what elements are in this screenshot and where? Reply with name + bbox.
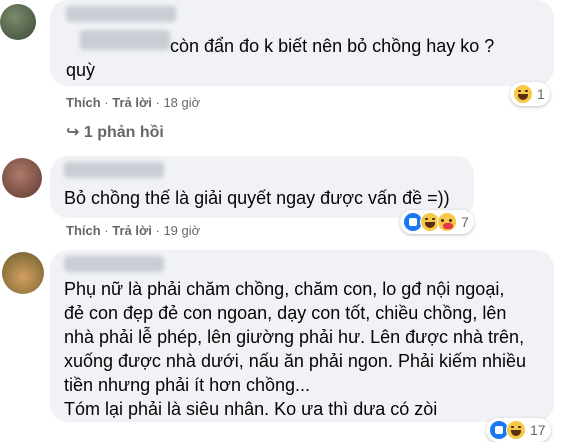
blurred-name xyxy=(66,6,176,22)
comment-actions: Thích · Trả lời · 18 giờ xyxy=(66,95,201,110)
replies-count-label: 1 phản hồi xyxy=(83,124,164,141)
reply-arrow-icon: ↪ xyxy=(66,124,80,141)
blurred-name xyxy=(80,30,170,50)
comment-text: còn đẩn đo k biết nên bỏ chồng hay ko ? xyxy=(170,36,495,56)
avatar[interactable] xyxy=(2,252,44,294)
reply-link[interactable]: Trả lời xyxy=(112,95,152,110)
comment-text: Bỏ chồng thế là giải quyết ngay được vấn… xyxy=(64,188,450,208)
comment-text: quỳ xyxy=(66,60,96,80)
comment-text: đẻ con đẹp đẻ con ngoan, dạy con tốt, ch… xyxy=(64,303,507,323)
comment-bubble: còn đẩn đo k biết nên bỏ chồng hay ko ? … xyxy=(50,0,554,86)
haha-icon xyxy=(506,420,526,440)
comment-text: tiền nhưng phải ít hơn chồng... xyxy=(64,375,311,395)
comment-text: Tóm lại phải là siêu nhân. Ko ưa thì dưa… xyxy=(64,399,438,419)
reaction-badge[interactable]: 17 xyxy=(486,418,551,442)
like-link[interactable]: Thích xyxy=(66,223,101,238)
comment-bubble: Bỏ chồng thế là giải quyết ngay được vấn… xyxy=(50,156,474,218)
like-link[interactable]: Thích xyxy=(66,95,101,110)
reaction-count: 17 xyxy=(530,422,546,438)
comment-actions: Thích · Trả lời · 19 giờ xyxy=(66,223,201,238)
reaction-count: 7 xyxy=(461,214,469,230)
comment-text: xuống được nhà dưới, nấu ăn phải ngon. P… xyxy=(64,351,527,371)
blurred-name xyxy=(64,162,164,178)
timestamp[interactable]: 19 giờ xyxy=(163,223,200,238)
reaction-badge[interactable]: 1 xyxy=(510,82,550,106)
haha-icon xyxy=(513,84,533,104)
blurred-name xyxy=(64,256,164,272)
timestamp[interactable]: 18 giờ xyxy=(163,95,200,110)
comment-bubble: Phụ nữ là phải chăm chồng, chăm con, lo … xyxy=(50,250,554,422)
reaction-badge[interactable]: 7 xyxy=(400,210,474,234)
comment-text: nhà phải lễ phép, lên giường phải hư. Lê… xyxy=(64,327,525,347)
care-icon xyxy=(437,212,457,232)
view-replies-link[interactable]: ↪ 1 phản hồi xyxy=(66,122,164,142)
comment-text: Phụ nữ là phải chăm chồng, chăm con, lo … xyxy=(64,279,505,299)
avatar[interactable] xyxy=(0,4,36,40)
avatar[interactable] xyxy=(2,158,42,198)
reaction-count: 1 xyxy=(537,86,545,102)
reply-link[interactable]: Trả lời xyxy=(112,223,152,238)
